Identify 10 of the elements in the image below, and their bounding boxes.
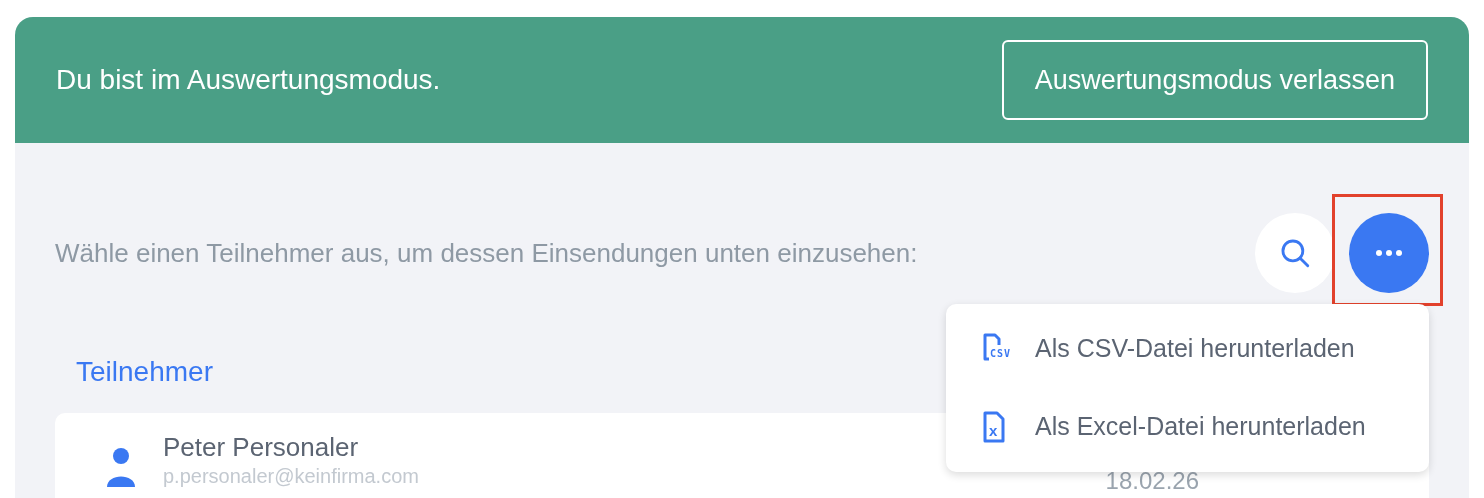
exit-mode-button[interactable]: Auswertungsmodus verlassen	[1001, 40, 1428, 120]
instruction-text: Wähle einen Teilnehmer aus, um dessen Einsendungen unten einzusehen:	[55, 236, 918, 270]
more-icon	[1376, 250, 1402, 256]
participant-date: 18.02.26	[1105, 469, 1199, 493]
section-title: Teilnehmer	[76, 355, 213, 389]
banner-message: Du bist im Auswertungsmodus.	[56, 63, 441, 97]
menu-item[interactable]: CSV Als CSV-Datei herunterladen	[946, 310, 1429, 388]
participant-email: p.personaler@keinfirma.com	[163, 463, 419, 489]
participant-name: Peter Personaler	[163, 431, 360, 464]
person-icon	[105, 447, 137, 487]
